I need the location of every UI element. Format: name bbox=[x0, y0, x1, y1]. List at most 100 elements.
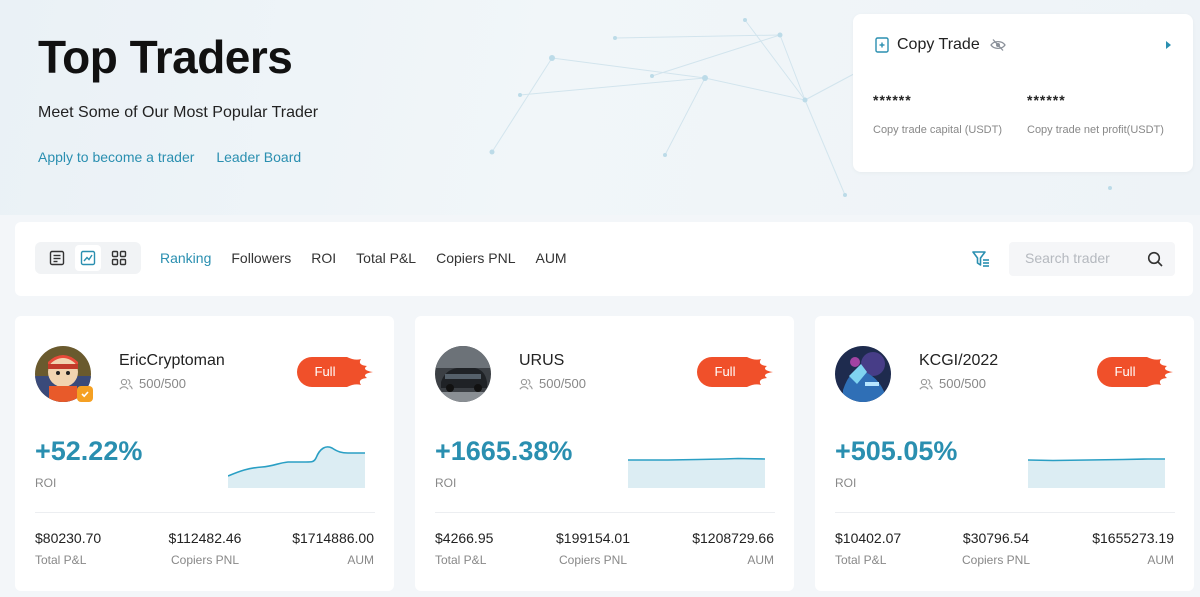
avatar bbox=[435, 346, 491, 402]
followers-count: 500/500 bbox=[919, 376, 986, 391]
filter-icon[interactable] bbox=[971, 249, 991, 269]
copiers-pnl-label: Copiers PNL bbox=[558, 553, 628, 567]
tab-ranking[interactable]: Ranking bbox=[160, 250, 211, 266]
total-pnl-value: $4266.95 bbox=[435, 530, 494, 546]
followers-value: 500/500 bbox=[939, 376, 986, 391]
followers-count: 500/500 bbox=[519, 376, 586, 391]
profit-value: ****** bbox=[1027, 92, 1066, 108]
full-badge: Full bbox=[297, 357, 377, 387]
avatar bbox=[835, 346, 891, 402]
aum-value: $1655273.19 bbox=[1092, 530, 1174, 546]
roi-label: ROI bbox=[835, 476, 857, 490]
trader-card[interactable]: KCGI/2022 500/500 Full +505.05% ROI $104… bbox=[815, 316, 1194, 591]
followers-icon bbox=[919, 378, 933, 390]
copiers-pnl-label: Copiers PNL bbox=[961, 553, 1031, 567]
followers-value: 500/500 bbox=[139, 376, 186, 391]
tab-aum[interactable]: AUM bbox=[535, 250, 566, 266]
total-pnl-label: Total P&L bbox=[35, 553, 87, 567]
followers-value: 500/500 bbox=[539, 376, 586, 391]
capital-label: Copy trade capital (USDT) bbox=[873, 124, 1002, 136]
view-toggle-group bbox=[35, 242, 141, 274]
chart-view-button[interactable] bbox=[74, 245, 101, 271]
full-badge-label: Full bbox=[314, 364, 336, 379]
copy-trade-title: Copy Trade bbox=[897, 36, 980, 53]
roi-label: ROI bbox=[435, 476, 457, 490]
total-pnl: $10402.07 Total P&L bbox=[835, 530, 901, 567]
chart-view-icon bbox=[80, 250, 96, 266]
trader-avatar-image bbox=[435, 346, 491, 402]
caret-right-icon[interactable] bbox=[1165, 40, 1173, 50]
total-pnl-value: $10402.07 bbox=[835, 530, 902, 546]
total-pnl: $80230.70 Total P&L bbox=[35, 530, 101, 567]
tab-total-pnl[interactable]: Total P&L bbox=[356, 250, 416, 266]
trader-name[interactable]: EricCryptoman bbox=[119, 352, 225, 370]
search-input[interactable] bbox=[1025, 250, 1135, 266]
tab-followers[interactable]: Followers bbox=[231, 250, 291, 266]
aum-label: AUM bbox=[747, 553, 774, 567]
roi-sparkline bbox=[228, 446, 365, 488]
copiers-pnl: $112482.46 Copiers PNL bbox=[155, 530, 255, 567]
roi-value: +1665.38% bbox=[435, 436, 573, 466]
total-pnl-label: Total P&L bbox=[835, 553, 887, 567]
card-divider bbox=[35, 512, 375, 513]
tab-roi[interactable]: ROI bbox=[311, 250, 336, 266]
trader-card[interactable]: URUS 500/500 Full +1665.38% ROI $4266.95 bbox=[415, 316, 794, 591]
roi-value: +505.05% bbox=[835, 436, 958, 466]
followers-count: 500/500 bbox=[119, 376, 186, 391]
copiers-pnl: $30796.54 Copiers PNL bbox=[946, 530, 1046, 567]
eye-off-icon[interactable] bbox=[989, 38, 1006, 52]
roi-label: ROI bbox=[35, 476, 57, 490]
aum-value: $1714886.00 bbox=[292, 530, 374, 546]
copy-trade-header: Copy Trade bbox=[875, 36, 1006, 54]
aum-label: AUM bbox=[347, 553, 374, 567]
followers-icon bbox=[519, 378, 533, 390]
grid-view-icon bbox=[112, 250, 127, 266]
full-badge-label: Full bbox=[714, 364, 736, 379]
grid-view-button[interactable] bbox=[106, 245, 132, 271]
document-add-icon bbox=[875, 37, 889, 53]
trader-name[interactable]: KCGI/2022 bbox=[919, 352, 998, 370]
full-badge: Full bbox=[697, 357, 777, 387]
copiers-pnl-value: $30796.54 bbox=[962, 530, 1030, 546]
verified-badge-icon bbox=[77, 386, 93, 402]
copiers-pnl: $199154.01 Copiers PNL bbox=[543, 530, 643, 567]
copiers-pnl-label: Copiers PNL bbox=[170, 553, 240, 567]
page-subtitle: Meet Some of Our Most Popular Trader bbox=[38, 104, 319, 121]
aum-label: AUM bbox=[1147, 553, 1174, 567]
copy-trade-profit: ****** Copy trade net profit(USDT) bbox=[1027, 92, 1164, 136]
trader-card[interactable]: EricCryptoman 500/500 Full +52.22% ROI $… bbox=[15, 316, 394, 591]
aum: $1208729.66 AUM bbox=[665, 530, 774, 567]
sort-tabs: Ranking Followers ROI Total P&L Copiers … bbox=[160, 250, 587, 266]
profit-label: Copy trade net profit(USDT) bbox=[1027, 124, 1164, 136]
copiers-pnl-value: $112482.46 bbox=[168, 530, 242, 546]
leader-board-link[interactable]: Leader Board bbox=[216, 149, 301, 165]
roi-sparkline bbox=[1028, 458, 1165, 488]
search-box bbox=[1009, 242, 1175, 276]
list-view-icon bbox=[49, 250, 64, 266]
roi-value: +52.22% bbox=[35, 436, 143, 466]
total-pnl-label: Total P&L bbox=[435, 553, 487, 567]
aum-value: $1208729.66 bbox=[692, 530, 774, 546]
total-pnl: $4266.95 Total P&L bbox=[435, 530, 493, 567]
card-divider bbox=[835, 512, 1175, 513]
roi-sparkline bbox=[628, 457, 765, 488]
total-pnl-value: $80230.70 bbox=[35, 530, 102, 546]
copy-trade-card[interactable]: Copy Trade ****** Copy trade capital (US… bbox=[853, 14, 1193, 172]
followers-icon bbox=[119, 378, 133, 390]
aum: $1655273.19 AUM bbox=[1065, 530, 1174, 567]
list-view-button[interactable] bbox=[44, 245, 70, 271]
copy-trade-capital: ****** Copy trade capital (USDT) bbox=[873, 92, 1002, 136]
tab-copiers-pnl[interactable]: Copiers PNL bbox=[436, 250, 515, 266]
page-title: Top Traders bbox=[38, 31, 293, 83]
trader-name[interactable]: URUS bbox=[519, 352, 564, 370]
full-badge: Full bbox=[1097, 357, 1177, 387]
search-icon[interactable] bbox=[1147, 251, 1163, 267]
capital-value: ****** bbox=[873, 92, 912, 108]
hero-links: Apply to become a trader Leader Board bbox=[38, 149, 319, 165]
copiers-pnl-value: $199154.01 bbox=[556, 530, 630, 546]
apply-trader-link[interactable]: Apply to become a trader bbox=[38, 149, 194, 165]
trader-toolbar: Ranking Followers ROI Total P&L Copiers … bbox=[15, 222, 1193, 296]
full-badge-label: Full bbox=[1114, 364, 1136, 379]
trader-avatar-image bbox=[835, 346, 891, 402]
aum: $1714886.00 AUM bbox=[265, 530, 374, 567]
